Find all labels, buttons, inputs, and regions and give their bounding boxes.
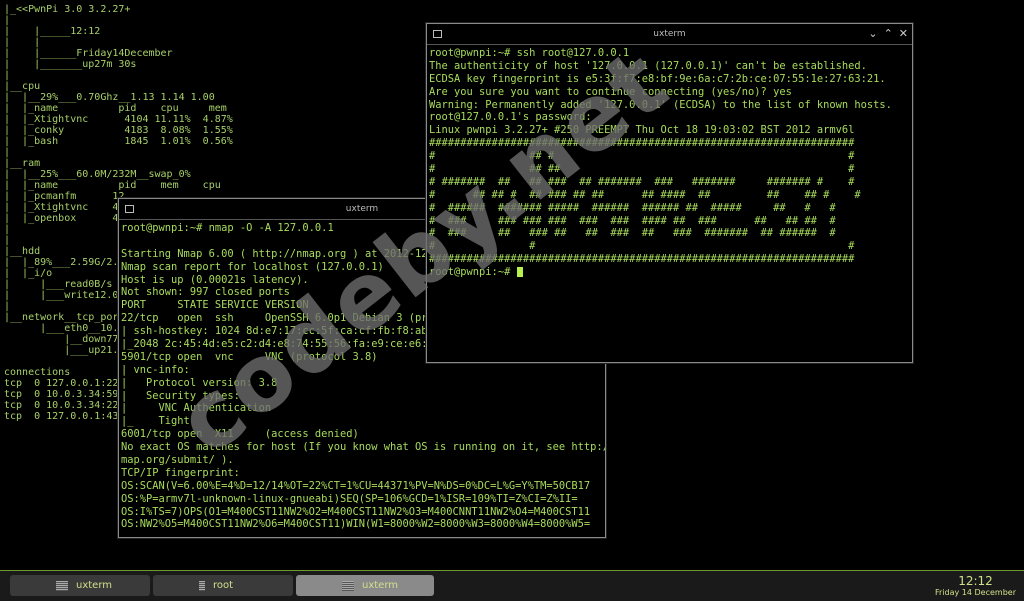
text-line: # ### ### ### ### ### ### #### ## ### ##…: [429, 214, 836, 227]
text-line: ########################################…: [429, 253, 855, 266]
text-line: | VNC Authentication: [121, 402, 272, 415]
text-line: | Security types:: [121, 389, 240, 402]
terminal-icon: [199, 580, 205, 591]
text-line: # ## ## # ## ### ## ## ## #### ## ## ## …: [429, 188, 861, 201]
taskbar-item-root[interactable]: root: [153, 575, 293, 596]
text-line: Warning: Permanently added '127.0.0.1' (…: [429, 98, 892, 111]
prompt-text: root@pwnpi:~#: [429, 266, 517, 279]
text-line: The authenticity of host '127.0.0.1 (127…: [429, 59, 867, 72]
text-line: |: [4, 70, 11, 81]
text-line: | |__29%___0.70Ghz__1.13 1.14 1.00: [4, 92, 215, 103]
text-line: # ## # #: [429, 150, 855, 163]
text-line: Are you sure you want to continue connec…: [429, 85, 792, 98]
text-line: | |_conky 4183 8.08% 1.55%: [4, 125, 233, 136]
close-icon[interactable]: ✕: [899, 27, 908, 40]
window-title: uxterm: [653, 29, 686, 39]
text-line: map.org/submit/ ).: [121, 454, 234, 467]
text-cursor: [516, 267, 523, 278]
text-line: # ## ## #: [429, 163, 855, 176]
text-line: | |_bash 1845 1.01% 0.56%: [4, 136, 233, 147]
text-line: |__ram: [4, 158, 41, 169]
taskbar-item-uxterm[interactable]: uxterm: [10, 575, 150, 596]
taskbar-item-label: root: [213, 580, 234, 591]
text-line: # ###### ####### ##### ###### ###### ## …: [429, 201, 836, 214]
text-line: | vnc-info:: [121, 363, 190, 376]
text-line: | |: [4, 37, 41, 48]
text-line: OS:SCAN(V=6.00%E=4%D=12/14%OT=22%CT=1%CU…: [121, 479, 591, 492]
taskbar-clock[interactable]: 12:12 Friday 14 December: [935, 574, 1016, 598]
text-line: OS:%P=armv7l-unknown-linux-gnueabi)SEQ(S…: [121, 492, 578, 505]
text-line: | |_______up27m 30s: [4, 59, 137, 70]
text-line: ########################################…: [429, 137, 855, 150]
maximize-icon[interactable]: ⌃: [884, 27, 893, 40]
ssh-terminal-window[interactable]: uxterm ⌄ ⌃ ✕ root@pwnpi:~# ssh root@127.…: [426, 23, 913, 363]
terminal-icon: [56, 580, 68, 591]
text-line: | Protocol version: 3.8: [121, 376, 278, 389]
clock-date: Friday 14 December: [935, 588, 1016, 597]
taskbar-item-label: uxterm: [362, 580, 399, 591]
text-line: |: [4, 147, 11, 158]
text-line: |_ Tight: [121, 415, 190, 428]
text-line: |__cpu: [4, 81, 41, 92]
text-line: root@127.0.0.1's password:: [429, 111, 592, 124]
terminal-output[interactable]: root@pwnpi:~# ssh root@127.0.0.1 The auth…: [427, 45, 912, 279]
text-line: OS:I%TS=7)OPS(O1=M400CST11NW2%O2=M400CST…: [121, 505, 591, 518]
text-line: | |__25%___60.0M/232M__swap_0%: [4, 169, 191, 180]
taskbar: uxterm root uxterm 12:12 Friday 14 Decem…: [0, 570, 1024, 601]
taskbar-item-label: uxterm: [76, 580, 113, 591]
text-line: | |_name pid cpu mem: [4, 103, 227, 114]
taskbar-item-uxterm-active[interactable]: uxterm: [296, 575, 434, 596]
minimize-icon[interactable]: ⌄: [868, 27, 877, 40]
clock-time: 12:12: [958, 574, 993, 588]
text-line: Linux pwnpi 3.2.27+ #250 PREEMPT Thu Oct…: [429, 124, 855, 137]
text-line: OS:NW2%O5=M400CST11NW2%O6=M400CST11)WIN(…: [121, 518, 591, 531]
text-line: # # #: [429, 240, 855, 253]
text-line: # ### ## ### ## ## ### ## ### ####### ##…: [429, 227, 836, 240]
text-line: # ####### ## ## ### ## ####### ### #####…: [429, 175, 855, 188]
window-titlebar[interactable]: uxterm ⌄ ⌃ ✕: [427, 24, 912, 45]
text-line: | |______Friday14December: [4, 48, 173, 59]
text-line: | |_Xtightvnc 4104 11.11% 4.87%: [4, 114, 233, 125]
text-line: root@pwnpi:~# ssh root@127.0.0.1: [429, 47, 630, 59]
text-line: 6001/tcp open X11 (access denied): [121, 428, 359, 441]
text-line: No exact OS matches for host (If you kno…: [121, 441, 605, 454]
text-line: |: [4, 15, 11, 26]
text-line: | |_____12:12: [4, 26, 101, 37]
text-line: ECDSA key fingerprint is e5:3f:f7:e8:bf:…: [429, 72, 886, 85]
terminal-icon: [342, 580, 354, 591]
text-line: root@pwnpi:~#: [429, 266, 912, 279]
text-line: TCP/IP fingerprint:: [121, 466, 240, 479]
text-line: |_<<PwnPi 3.0 3.2.27+: [4, 4, 131, 15]
text-line: | |_name pid mem cpu: [4, 180, 221, 191]
